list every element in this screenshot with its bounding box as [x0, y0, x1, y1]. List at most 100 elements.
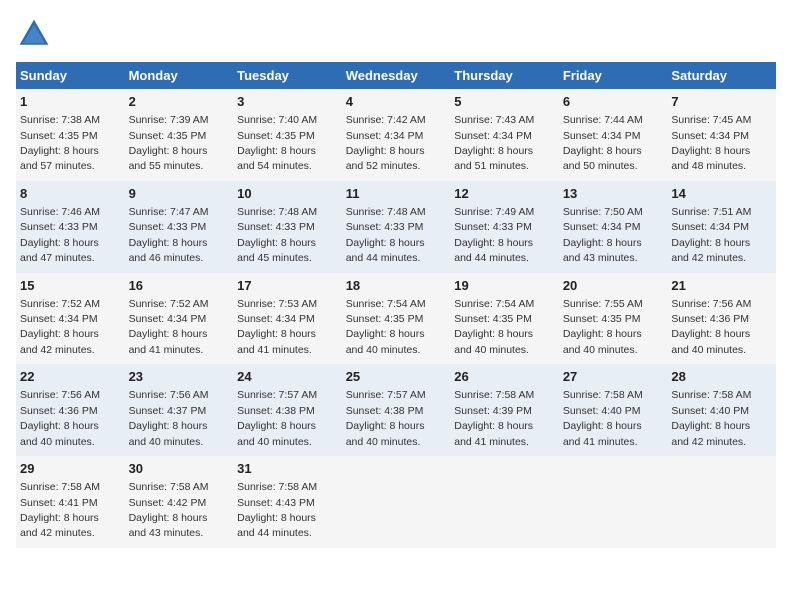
logo	[16, 16, 58, 52]
calendar-cell	[450, 456, 559, 548]
day-info: Sunrise: 7:45 AMSunset: 4:34 PMDaylight:…	[671, 114, 751, 172]
day-number: 5	[454, 93, 555, 111]
calendar-cell: 14 Sunrise: 7:51 AMSunset: 4:34 PMDaylig…	[667, 181, 776, 273]
calendar-week-row: 29 Sunrise: 7:58 AMSunset: 4:41 PMDaylig…	[16, 456, 776, 548]
day-number: 17	[237, 277, 338, 295]
day-number: 1	[20, 93, 121, 111]
calendar-cell: 22 Sunrise: 7:56 AMSunset: 4:36 PMDaylig…	[16, 364, 125, 456]
calendar-week-row: 15 Sunrise: 7:52 AMSunset: 4:34 PMDaylig…	[16, 273, 776, 365]
calendar-cell: 9 Sunrise: 7:47 AMSunset: 4:33 PMDayligh…	[125, 181, 234, 273]
day-number: 3	[237, 93, 338, 111]
day-info: Sunrise: 7:49 AMSunset: 4:33 PMDaylight:…	[454, 206, 534, 264]
day-number: 18	[346, 277, 447, 295]
day-info: Sunrise: 7:58 AMSunset: 4:39 PMDaylight:…	[454, 389, 534, 447]
day-number: 30	[129, 460, 230, 478]
day-info: Sunrise: 7:52 AMSunset: 4:34 PMDaylight:…	[129, 298, 209, 356]
calendar-cell	[342, 456, 451, 548]
day-info: Sunrise: 7:46 AMSunset: 4:33 PMDaylight:…	[20, 206, 100, 264]
day-number: 21	[671, 277, 772, 295]
day-info: Sunrise: 7:56 AMSunset: 4:36 PMDaylight:…	[20, 389, 100, 447]
day-number: 20	[563, 277, 664, 295]
day-number: 15	[20, 277, 121, 295]
calendar-cell: 11 Sunrise: 7:48 AMSunset: 4:33 PMDaylig…	[342, 181, 451, 273]
calendar-cell: 7 Sunrise: 7:45 AMSunset: 4:34 PMDayligh…	[667, 89, 776, 181]
calendar-cell: 29 Sunrise: 7:58 AMSunset: 4:41 PMDaylig…	[16, 456, 125, 548]
calendar-cell: 31 Sunrise: 7:58 AMSunset: 4:43 PMDaylig…	[233, 456, 342, 548]
day-number: 26	[454, 368, 555, 386]
day-number: 11	[346, 185, 447, 203]
day-info: Sunrise: 7:38 AMSunset: 4:35 PMDaylight:…	[20, 114, 100, 172]
calendar-cell: 2 Sunrise: 7:39 AMSunset: 4:35 PMDayligh…	[125, 89, 234, 181]
day-number: 10	[237, 185, 338, 203]
day-info: Sunrise: 7:56 AMSunset: 4:36 PMDaylight:…	[671, 298, 751, 356]
calendar-cell	[667, 456, 776, 548]
day-info: Sunrise: 7:52 AMSunset: 4:34 PMDaylight:…	[20, 298, 100, 356]
day-info: Sunrise: 7:44 AMSunset: 4:34 PMDaylight:…	[563, 114, 643, 172]
day-number: 16	[129, 277, 230, 295]
calendar-cell: 4 Sunrise: 7:42 AMSunset: 4:34 PMDayligh…	[342, 89, 451, 181]
weekday-header-sunday: Sunday	[16, 62, 125, 89]
calendar-cell: 27 Sunrise: 7:58 AMSunset: 4:40 PMDaylig…	[559, 364, 668, 456]
day-number: 29	[20, 460, 121, 478]
day-number: 25	[346, 368, 447, 386]
day-number: 23	[129, 368, 230, 386]
calendar-cell: 6 Sunrise: 7:44 AMSunset: 4:34 PMDayligh…	[559, 89, 668, 181]
day-info: Sunrise: 7:47 AMSunset: 4:33 PMDaylight:…	[129, 206, 209, 264]
day-number: 28	[671, 368, 772, 386]
calendar-week-row: 1 Sunrise: 7:38 AMSunset: 4:35 PMDayligh…	[16, 89, 776, 181]
day-number: 13	[563, 185, 664, 203]
page-header	[16, 16, 776, 52]
day-info: Sunrise: 7:58 AMSunset: 4:43 PMDaylight:…	[237, 481, 317, 539]
calendar-week-row: 8 Sunrise: 7:46 AMSunset: 4:33 PMDayligh…	[16, 181, 776, 273]
calendar-cell: 25 Sunrise: 7:57 AMSunset: 4:38 PMDaylig…	[342, 364, 451, 456]
weekday-header-row: SundayMondayTuesdayWednesdayThursdayFrid…	[16, 62, 776, 89]
day-number: 2	[129, 93, 230, 111]
day-number: 6	[563, 93, 664, 111]
weekday-header-thursday: Thursday	[450, 62, 559, 89]
calendar-cell: 19 Sunrise: 7:54 AMSunset: 4:35 PMDaylig…	[450, 273, 559, 365]
calendar-cell: 18 Sunrise: 7:54 AMSunset: 4:35 PMDaylig…	[342, 273, 451, 365]
weekday-header-tuesday: Tuesday	[233, 62, 342, 89]
day-info: Sunrise: 7:43 AMSunset: 4:34 PMDaylight:…	[454, 114, 534, 172]
day-number: 7	[671, 93, 772, 111]
day-number: 8	[20, 185, 121, 203]
calendar-cell: 1 Sunrise: 7:38 AMSunset: 4:35 PMDayligh…	[16, 89, 125, 181]
day-info: Sunrise: 7:48 AMSunset: 4:33 PMDaylight:…	[346, 206, 426, 264]
day-number: 19	[454, 277, 555, 295]
calendar-table: SundayMondayTuesdayWednesdayThursdayFrid…	[16, 62, 776, 548]
weekday-header-saturday: Saturday	[667, 62, 776, 89]
day-info: Sunrise: 7:58 AMSunset: 4:42 PMDaylight:…	[129, 481, 209, 539]
day-number: 24	[237, 368, 338, 386]
day-info: Sunrise: 7:50 AMSunset: 4:34 PMDaylight:…	[563, 206, 643, 264]
weekday-header-wednesday: Wednesday	[342, 62, 451, 89]
calendar-cell: 21 Sunrise: 7:56 AMSunset: 4:36 PMDaylig…	[667, 273, 776, 365]
calendar-week-row: 22 Sunrise: 7:56 AMSunset: 4:36 PMDaylig…	[16, 364, 776, 456]
calendar-cell: 30 Sunrise: 7:58 AMSunset: 4:42 PMDaylig…	[125, 456, 234, 548]
day-info: Sunrise: 7:39 AMSunset: 4:35 PMDaylight:…	[129, 114, 209, 172]
day-info: Sunrise: 7:51 AMSunset: 4:34 PMDaylight:…	[671, 206, 751, 264]
calendar-cell: 17 Sunrise: 7:53 AMSunset: 4:34 PMDaylig…	[233, 273, 342, 365]
day-info: Sunrise: 7:40 AMSunset: 4:35 PMDaylight:…	[237, 114, 317, 172]
calendar-cell	[559, 456, 668, 548]
day-info: Sunrise: 7:58 AMSunset: 4:41 PMDaylight:…	[20, 481, 100, 539]
day-number: 4	[346, 93, 447, 111]
day-info: Sunrise: 7:58 AMSunset: 4:40 PMDaylight:…	[671, 389, 751, 447]
calendar-cell: 12 Sunrise: 7:49 AMSunset: 4:33 PMDaylig…	[450, 181, 559, 273]
day-info: Sunrise: 7:56 AMSunset: 4:37 PMDaylight:…	[129, 389, 209, 447]
day-number: 22	[20, 368, 121, 386]
day-info: Sunrise: 7:57 AMSunset: 4:38 PMDaylight:…	[237, 389, 317, 447]
day-number: 12	[454, 185, 555, 203]
calendar-cell: 15 Sunrise: 7:52 AMSunset: 4:34 PMDaylig…	[16, 273, 125, 365]
day-info: Sunrise: 7:48 AMSunset: 4:33 PMDaylight:…	[237, 206, 317, 264]
calendar-cell: 28 Sunrise: 7:58 AMSunset: 4:40 PMDaylig…	[667, 364, 776, 456]
calendar-cell: 16 Sunrise: 7:52 AMSunset: 4:34 PMDaylig…	[125, 273, 234, 365]
day-info: Sunrise: 7:54 AMSunset: 4:35 PMDaylight:…	[346, 298, 426, 356]
weekday-header-monday: Monday	[125, 62, 234, 89]
calendar-cell: 26 Sunrise: 7:58 AMSunset: 4:39 PMDaylig…	[450, 364, 559, 456]
calendar-cell: 3 Sunrise: 7:40 AMSunset: 4:35 PMDayligh…	[233, 89, 342, 181]
day-info: Sunrise: 7:53 AMSunset: 4:34 PMDaylight:…	[237, 298, 317, 356]
calendar-cell: 10 Sunrise: 7:48 AMSunset: 4:33 PMDaylig…	[233, 181, 342, 273]
day-info: Sunrise: 7:57 AMSunset: 4:38 PMDaylight:…	[346, 389, 426, 447]
day-info: Sunrise: 7:58 AMSunset: 4:40 PMDaylight:…	[563, 389, 643, 447]
day-info: Sunrise: 7:55 AMSunset: 4:35 PMDaylight:…	[563, 298, 643, 356]
